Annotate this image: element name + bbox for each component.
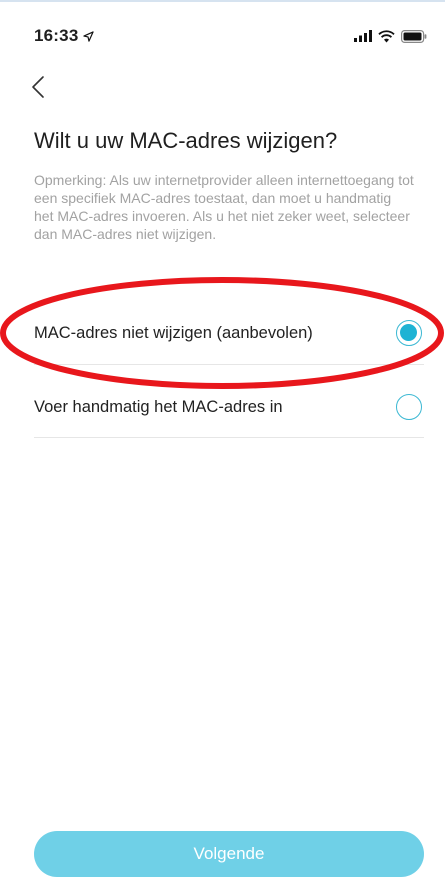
option-keep-mac[interactable]: MAC-adres niet wijzigen (aanbevolen) xyxy=(34,301,424,365)
cellular-signal-icon xyxy=(354,30,372,42)
page-title: Wilt u uw MAC-adres wijzigen? xyxy=(34,128,338,153)
status-icons xyxy=(354,29,427,43)
wifi-icon xyxy=(378,29,395,42)
option-label: MAC-adres niet wijzigen (aanbevolen) xyxy=(34,323,313,342)
divider xyxy=(34,364,424,365)
radio-unselected[interactable] xyxy=(396,394,422,420)
status-time-group: 16:33 xyxy=(34,26,95,46)
radio-selected[interactable] xyxy=(396,320,422,346)
option-manual-mac[interactable]: Voer handmatig het MAC-adres in xyxy=(34,375,424,439)
battery-icon xyxy=(401,29,427,43)
screen: 16:33 Wilt u uw MAC-adres wijzigen? Opme… xyxy=(0,0,445,894)
mac-note-text: Opmerking: Als uw internetprovider allee… xyxy=(34,172,414,242)
option-label: Voer handmatig het MAC-adres in xyxy=(34,397,283,416)
top-divider xyxy=(0,0,445,2)
location-arrow-icon xyxy=(83,30,95,42)
status-bar: 16:33 xyxy=(0,22,445,50)
next-button[interactable]: Volgende xyxy=(34,831,424,877)
divider xyxy=(34,437,424,438)
chevron-left-icon xyxy=(32,76,44,98)
status-time: 16:33 xyxy=(34,26,79,45)
back-button[interactable] xyxy=(28,70,56,104)
